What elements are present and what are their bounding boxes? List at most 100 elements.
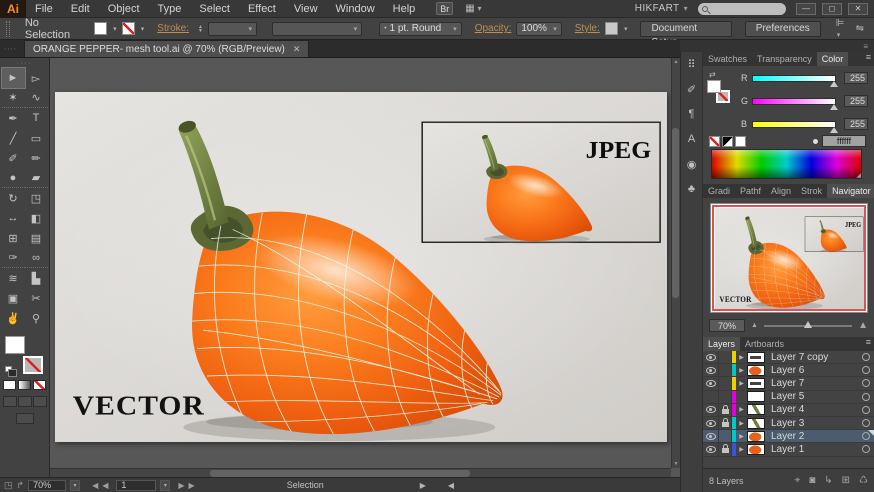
stroke-color-swatch[interactable] bbox=[122, 22, 135, 35]
selection-tool[interactable]: ► bbox=[2, 68, 25, 88]
lock-cell[interactable] bbox=[719, 404, 732, 416]
chevron-down-icon[interactable]: ▾ bbox=[141, 25, 145, 33]
layer-row[interactable]: ▶ Layer 7 copy bbox=[703, 351, 874, 364]
locate-object-icon[interactable]: ⌖ bbox=[795, 475, 801, 486]
document-tab[interactable]: ORANGE PEPPER- mesh tool.ai @ 70% (RGB/P… bbox=[24, 40, 309, 57]
search-input[interactable] bbox=[698, 3, 786, 15]
lock-icon[interactable] bbox=[722, 409, 729, 414]
layer-name[interactable]: Layer 7 bbox=[765, 378, 858, 389]
menu-item[interactable]: Object bbox=[99, 0, 149, 18]
panel-tab[interactable]: Transparency bbox=[752, 52, 817, 66]
scroll-up-icon[interactable]: ▲ bbox=[674, 59, 679, 65]
magic-wand-tool[interactable]: ✶ bbox=[2, 88, 25, 108]
color-slider-track[interactable] bbox=[752, 98, 836, 105]
zoom-tool[interactable]: ⚲ bbox=[25, 308, 48, 328]
zoom-slider[interactable] bbox=[764, 325, 852, 327]
color-guide-panel-icon[interactable]: ◉ bbox=[683, 156, 701, 172]
pepper-artwork[interactable] bbox=[55, 92, 667, 442]
zoom-dropdown[interactable]: ▾ bbox=[70, 480, 80, 491]
layer-row[interactable]: ▶ Layer 3 bbox=[703, 417, 874, 430]
layer-name[interactable]: Layer 2 bbox=[765, 431, 858, 442]
white-swatch[interactable] bbox=[735, 136, 746, 147]
expand-arrow-icon[interactable]: ▶ bbox=[736, 367, 747, 374]
none-button[interactable] bbox=[33, 380, 46, 390]
layer-thumbnail[interactable] bbox=[747, 431, 765, 442]
eye-icon[interactable] bbox=[706, 433, 716, 440]
fill-color-swatch[interactable] bbox=[94, 22, 107, 35]
zoom-in-icon[interactable]: ▲ bbox=[858, 320, 868, 331]
scroll-left-icon[interactable]: ◀ bbox=[448, 481, 454, 490]
panel-tab[interactable]: Navigator bbox=[827, 184, 874, 198]
hex-value-field[interactable]: ffffff bbox=[822, 135, 866, 147]
fill-color-swatch[interactable] bbox=[5, 336, 25, 354]
visibility-cell[interactable] bbox=[703, 377, 719, 389]
menu-item[interactable]: Help bbox=[384, 0, 425, 18]
column-graph-tool[interactable]: ▙ bbox=[25, 268, 48, 288]
hand-tool[interactable]: ✌ bbox=[2, 308, 25, 328]
expand-arrow-icon[interactable]: ▶ bbox=[736, 380, 747, 387]
symbol-sprayer-tool[interactable]: ≋ bbox=[2, 268, 25, 288]
zoom-level-field[interactable]: 70% bbox=[28, 480, 66, 491]
layer-thumbnail[interactable] bbox=[747, 391, 765, 402]
layer-row[interactable]: ▶ Layer 6 bbox=[703, 364, 874, 377]
artboard-tool[interactable]: ▣ bbox=[2, 288, 25, 308]
bridge-button[interactable]: Br bbox=[436, 2, 453, 15]
lasso-tool[interactable]: ∿ bbox=[25, 88, 48, 108]
lock-cell[interactable] bbox=[719, 430, 732, 442]
align-icon[interactable]: ⊫ ▾ bbox=[836, 18, 851, 40]
direct-selection-tool[interactable]: ▻ bbox=[25, 68, 48, 88]
variable-width-select[interactable]: • 1 pt. Round ▾ bbox=[379, 22, 462, 36]
mesh-tool[interactable]: ⊞ bbox=[2, 228, 25, 248]
gradient-button[interactable] bbox=[18, 380, 31, 390]
rotate-tool[interactable]: ↻ bbox=[2, 188, 25, 208]
shape-builder-tool[interactable]: ◧ bbox=[25, 208, 48, 228]
lock-cell[interactable] bbox=[719, 377, 732, 389]
brush-definition-select[interactable]: ▾ bbox=[272, 22, 362, 36]
expand-arrow-icon[interactable]: ▶ bbox=[736, 406, 747, 413]
paintbrush-tool[interactable]: ✐ bbox=[2, 148, 25, 168]
zoom-out-icon[interactable]: ▲ bbox=[751, 322, 758, 329]
lock-icon[interactable] bbox=[722, 422, 729, 427]
layer-name[interactable]: Layer 5 bbox=[765, 391, 858, 402]
layer-name[interactable]: Layer 7 copy bbox=[765, 352, 858, 363]
menu-item[interactable]: File bbox=[26, 0, 62, 18]
target-icon[interactable] bbox=[862, 353, 870, 361]
blend-tool[interactable]: ∞ bbox=[25, 248, 48, 268]
menu-item[interactable]: Select bbox=[190, 0, 239, 18]
draw-behind-button[interactable] bbox=[18, 396, 32, 407]
target-icon[interactable] bbox=[862, 393, 870, 401]
brushes-panel-icon[interactable]: ✐ bbox=[683, 81, 701, 97]
blob-brush-tool[interactable]: ● bbox=[2, 168, 25, 188]
visibility-cell[interactable] bbox=[703, 404, 719, 416]
canvas-area[interactable]: ▲ ▼ bbox=[50, 58, 680, 477]
visibility-cell[interactable] bbox=[703, 391, 719, 403]
navigator-thumbnail[interactable] bbox=[710, 203, 868, 313]
panel-tab[interactable]: Gradi bbox=[703, 184, 735, 198]
panel-menu-icon[interactable]: ⇋ bbox=[856, 23, 864, 34]
slice-tool[interactable]: ✂ bbox=[25, 288, 48, 308]
swap-colors-icon[interactable]: ⇄ bbox=[709, 70, 716, 79]
next-artboard-button[interactable]: ▶ bbox=[178, 481, 184, 490]
color-slider-track[interactable] bbox=[752, 75, 836, 82]
layer-row[interactable]: ▶ Layer 2 bbox=[703, 430, 874, 443]
rectangle-tool[interactable]: ▭ bbox=[25, 128, 48, 148]
gradient-tool[interactable]: ▤ bbox=[25, 228, 48, 248]
close-button[interactable]: ✕ bbox=[848, 3, 868, 15]
workspace-switcher[interactable]: HIKFART ▾ bbox=[635, 3, 688, 14]
document-setup-button[interactable]: Document Setup bbox=[640, 21, 731, 37]
layer-thumbnail[interactable] bbox=[747, 352, 765, 363]
arrange-documents-icon[interactable]: ▦ ▾ bbox=[465, 3, 481, 14]
appearance-panel-icon[interactable]: ♣ bbox=[683, 181, 701, 197]
color-spectrum[interactable]: ◢ bbox=[711, 149, 862, 179]
resize-grip-icon[interactable]: ◢ bbox=[856, 172, 861, 179]
last-artboard-button[interactable]: ▶ bbox=[189, 481, 195, 490]
line-segment-tool[interactable]: ╱ bbox=[2, 128, 25, 148]
eye-icon[interactable] bbox=[706, 406, 716, 413]
zoom-slider-handle[interactable] bbox=[804, 321, 812, 328]
lock-cell[interactable] bbox=[719, 391, 732, 403]
stroke-weight-select[interactable]: ▾ bbox=[208, 22, 257, 36]
export-icon[interactable]: ↱ bbox=[17, 480, 25, 491]
screen-mode-button[interactable] bbox=[16, 413, 34, 424]
scroll-down-icon[interactable]: ▼ bbox=[674, 461, 679, 467]
symbols-panel-icon[interactable]: ⠿ bbox=[683, 56, 701, 72]
